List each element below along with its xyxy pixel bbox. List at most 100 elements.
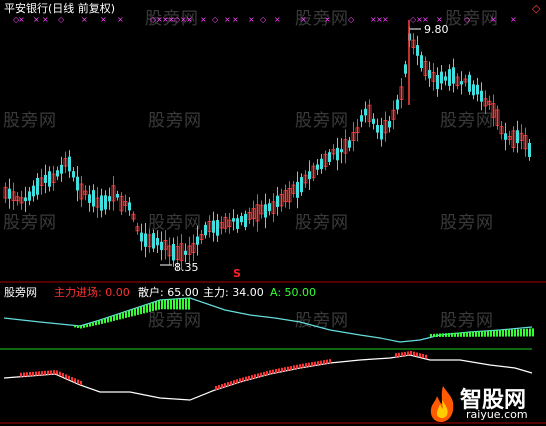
indicator-a-value: 50.00 (284, 286, 317, 299)
red-bar (323, 360, 325, 365)
red-bar (269, 370, 271, 375)
red-bar (407, 351, 409, 356)
candle-body (104, 195, 107, 210)
red-bar (272, 369, 274, 374)
green-bar (514, 329, 516, 337)
price-and-indicator-plot[interactable]: ◇× × × ◇ × × × ◇ × × × ◇ × × × ◇ × × × ◇ × × × ◇ × × × ◇ × × × ◇ × × (0, 0, 546, 426)
candle-body (528, 142, 531, 157)
indicator-main-entry: 主力进场: 0.00 (54, 286, 130, 299)
red-bar (44, 370, 46, 375)
green-bar (185, 298, 187, 310)
green-bar (526, 328, 528, 337)
green-bar (499, 330, 501, 337)
green-bar (517, 329, 519, 337)
green-bar (149, 303, 151, 312)
green-bar (430, 334, 432, 337)
green-bar (496, 330, 498, 337)
candle-body (300, 177, 303, 193)
red-bar (281, 367, 283, 372)
signal-mark: × (490, 15, 497, 24)
candle-body (24, 197, 27, 202)
green-bar (487, 330, 489, 337)
sell-signal-label: S (233, 267, 241, 280)
flame-icon (430, 386, 454, 422)
red-bar (263, 371, 265, 376)
indicator-retail: 散户: 65.00 (138, 286, 199, 299)
green-bar (158, 300, 160, 310)
red-bar (329, 359, 331, 364)
indicator-main-force-label: 主力: (203, 286, 229, 299)
candle-body (216, 219, 219, 236)
red-bar (395, 353, 397, 358)
green-bar (448, 333, 450, 337)
red-bar (305, 363, 307, 368)
candle-body (264, 204, 267, 218)
green-bar (128, 310, 130, 318)
signal-mark: × (510, 15, 517, 24)
green-bar (182, 298, 184, 310)
candle-body (100, 195, 103, 211)
red-bar (278, 368, 280, 373)
green-bar (478, 331, 480, 337)
signal-mark: × (382, 15, 389, 24)
green-bar (107, 317, 109, 323)
red-bar (413, 351, 415, 356)
green-bar (439, 333, 441, 337)
red-bar (248, 375, 250, 380)
low-price-label: 8.35 (174, 261, 199, 274)
green-bar (122, 312, 124, 319)
candle-body (468, 74, 471, 92)
signal-mark: ◇ (464, 15, 471, 24)
candle-body (436, 74, 439, 90)
red-bar (221, 384, 223, 389)
candle-body (68, 156, 71, 172)
red-bar (314, 361, 316, 366)
red-bar (68, 375, 70, 380)
green-bar (475, 331, 477, 337)
candle-body (232, 218, 235, 222)
green-bar (116, 314, 118, 321)
candle-body (184, 250, 187, 255)
candle-body (56, 170, 59, 177)
red-bar (230, 381, 232, 386)
green-bar (104, 318, 106, 324)
candle-body (212, 220, 215, 233)
candle-body (308, 171, 311, 180)
green-bar (146, 304, 148, 313)
red-bar (416, 352, 418, 357)
green-bar (170, 299, 172, 310)
logo-url: raiyue.com (466, 408, 528, 421)
candle-body (516, 130, 519, 144)
green-bar (92, 322, 94, 326)
red-bar (80, 381, 82, 385)
green-bar (113, 315, 115, 321)
green-bar (454, 332, 456, 337)
candle-body (380, 125, 383, 140)
red-bar (41, 371, 43, 376)
green-bar (125, 311, 127, 318)
indicator-main-force: 主力: 34.00 (203, 286, 264, 299)
red-bar (260, 372, 262, 377)
chart-window[interactable]: 股旁网 股旁网 股旁网 股旁网 股旁网 股旁网 股旁网 股旁网 股旁网 股旁网 … (0, 0, 546, 426)
green-bar (119, 313, 121, 320)
candle-body (240, 216, 243, 223)
green-bar (508, 329, 510, 337)
green-bar (137, 307, 139, 315)
green-bar (83, 325, 85, 328)
red-bar (410, 351, 412, 355)
red-bar (20, 372, 22, 377)
site-logo: 智股网 raiyue.com (428, 382, 544, 424)
candle-body (372, 118, 375, 124)
green-bar (164, 299, 166, 310)
red-bar (56, 370, 58, 375)
candle-body (388, 120, 391, 128)
green-bar (466, 332, 468, 337)
candle-body (60, 164, 63, 174)
candle-body (48, 171, 51, 187)
candle-body (276, 195, 279, 207)
green-bar (143, 305, 145, 314)
candle-body (340, 149, 343, 153)
candle-body (28, 191, 31, 201)
red-bar (422, 354, 424, 358)
candle-body (8, 188, 11, 199)
